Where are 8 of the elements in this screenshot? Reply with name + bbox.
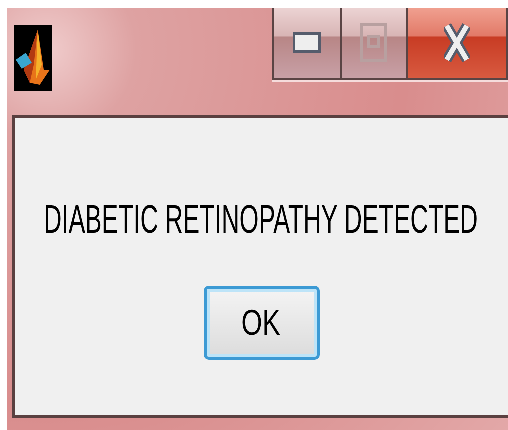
app-logo-icon [14, 25, 52, 91]
message-text: DIABETIC RETINOPATHY DETECTED [44, 198, 479, 244]
minimize-icon [293, 32, 321, 54]
close-button[interactable] [406, 8, 506, 78]
close-icon [444, 23, 470, 63]
minimize-button[interactable] [274, 8, 340, 78]
ok-button[interactable]: OK [204, 286, 320, 360]
maximize-icon [360, 23, 388, 63]
